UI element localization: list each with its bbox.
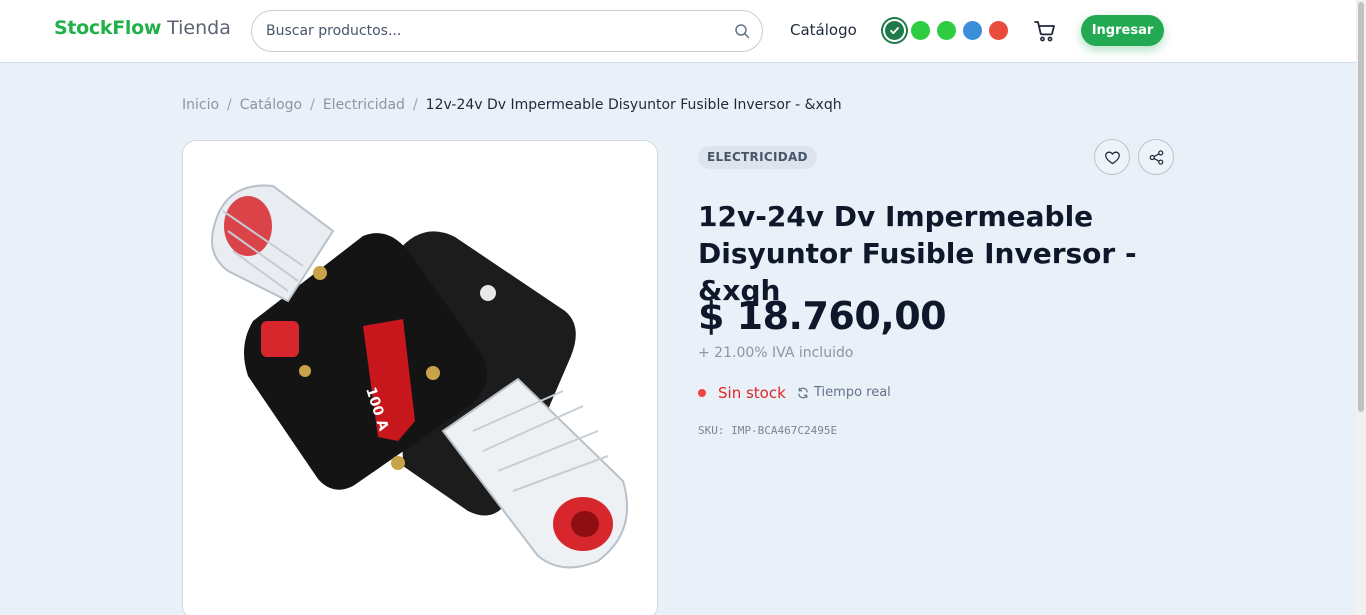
share-icon <box>1149 150 1164 165</box>
product-sku: SKU: IMP-BCA467C2495E <box>698 424 838 437</box>
search-icon[interactable] <box>734 23 750 39</box>
breadcrumb: Inicio / Catálogo / Electricidad / 12v-24v Dv … <box>182 97 842 113</box>
brand-logo[interactable]: StockFlow Tienda <box>54 17 231 39</box>
stock-status: Sin stock <box>718 384 786 402</box>
share-button[interactable] <box>1138 139 1174 175</box>
tax-note: + 21.00% IVA incluido <box>698 345 854 361</box>
breadcrumb-item-catalogo[interactable]: Catálogo <box>240 97 302 113</box>
theme-color-swatch[interactable] <box>885 21 904 40</box>
theme-color-swatch[interactable] <box>963 21 982 40</box>
stock-status-dot <box>698 389 706 397</box>
breadcrumb-separator: / <box>310 97 315 113</box>
page-scrollbar[interactable] <box>1356 0 1366 615</box>
nav-catalog-link[interactable]: Catálogo <box>790 21 857 39</box>
product-price: $ 18.760,00 <box>698 294 947 338</box>
scrollbar-thumb[interactable] <box>1358 2 1364 412</box>
top-navbar: StockFlowTienda Catálogo Ingresar <box>0 0 1356 63</box>
realtime-label: Tiempo real <box>814 385 891 400</box>
cart-icon[interactable] <box>1033 19 1057 43</box>
breadcrumb-item-inicio[interactable]: Inicio <box>182 97 219 113</box>
breadcrumb-separator: / <box>412 97 418 113</box>
product-title: 12v-24v Dv Impermeable Disyuntor Fusible… <box>698 200 1137 307</box>
brand-name: StockFlow <box>54 17 162 39</box>
heart-icon <box>1105 151 1120 165</box>
theme-color-swatch[interactable] <box>989 21 1008 40</box>
search-input[interactable] <box>266 11 726 51</box>
category-badge[interactable]: ELECTRICIDAD <box>698 146 817 169</box>
breadcrumb-item-electricidad[interactable]: Electricidad <box>323 97 405 113</box>
login-button[interactable]: Ingresar <box>1081 15 1164 46</box>
product-image-card[interactable]: 100 A <box>182 140 658 615</box>
breadcrumb-separator: / <box>227 97 232 113</box>
breadcrumb-current: 12v-24v Dv Impermeable Disyuntor Fusible… <box>425 97 842 113</box>
theme-color-swatch[interactable] <box>911 21 930 40</box>
theme-color-swatch[interactable] <box>937 21 956 40</box>
check-icon <box>890 27 899 34</box>
brand-suffix: Tienda <box>167 17 231 39</box>
favorite-button[interactable] <box>1094 139 1130 175</box>
refresh-icon <box>798 387 808 399</box>
search-bar <box>251 10 763 52</box>
product-image: 100 A <box>211 184 629 569</box>
